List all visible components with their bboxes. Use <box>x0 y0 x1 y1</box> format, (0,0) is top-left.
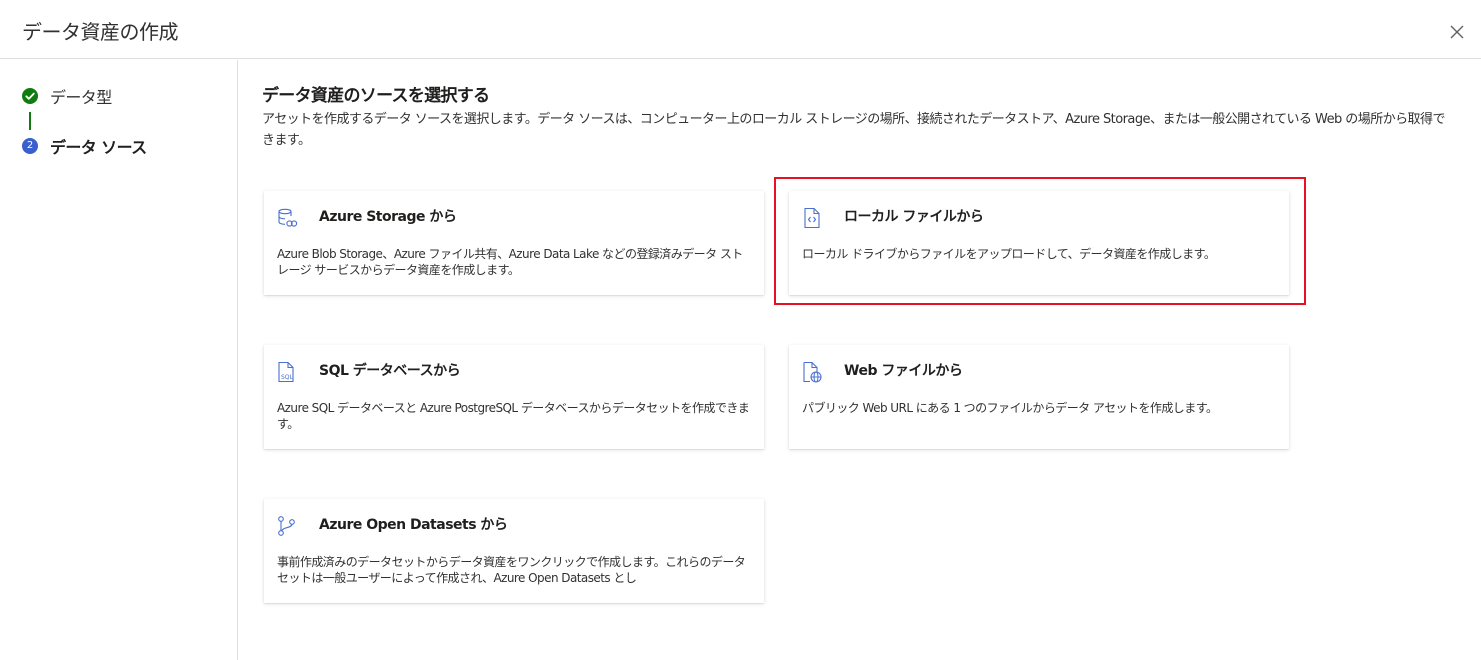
create-data-asset-dialog: データ資産の作成 データ型 2 データ ソース データ資産のソースを選択する ア… <box>0 0 1481 660</box>
step-data-source[interactable]: 2 データ ソース <box>22 134 147 158</box>
sql-file-icon: SQL <box>278 361 294 383</box>
card-title: ローカル ファイルから <box>844 209 984 225</box>
check-circle-icon <box>22 88 38 104</box>
card-title: Web ファイルから <box>844 363 963 379</box>
code-file-icon <box>804 207 820 229</box>
branch-icon <box>278 516 295 536</box>
card-description: Azure SQL データベースと Azure PostgreSQL データベー… <box>277 401 750 431</box>
source-card-open-datasets[interactable]: Azure Open Datasets から 事前作成済みのデータセットからデー… <box>264 499 764 603</box>
step-number-badge: 2 <box>22 138 38 154</box>
dialog-title: データ資産の作成 <box>22 20 179 44</box>
source-card-sql-database[interactable]: SQL SQL データベースから Azure SQL データベースと Azure… <box>264 345 764 449</box>
page-heading: データ資産のソースを選択する <box>262 86 490 106</box>
storage-icon <box>278 208 298 227</box>
card-title: Azure Storage から <box>319 209 457 225</box>
step-connector <box>29 112 31 130</box>
card-title: SQL データベースから <box>319 363 461 379</box>
dialog-header: データ資産の作成 <box>0 0 1481 59</box>
svg-text:SQL: SQL <box>281 374 294 381</box>
page-description: アセットを作成するデータ ソースを選択します。データ ソースは、コンピューター上… <box>262 112 1445 148</box>
card-description: ローカル ドライブからファイルをアップロードして、データ資産を作成します。 <box>802 247 1216 261</box>
card-description: 事前作成済みのデータセットからデータ資産をワンクリックで作成します。これらのデー… <box>277 555 746 585</box>
web-file-icon <box>803 361 822 383</box>
main-content: データ資産のソースを選択する アセットを作成するデータ ソースを選択します。デー… <box>262 84 1452 151</box>
step-label: データ型 <box>50 88 112 107</box>
source-card-web-file[interactable]: Web ファイルから パブリック Web URL にある 1 つのファイルからデ… <box>789 345 1289 449</box>
source-card-azure-storage[interactable]: Azure Storage から Azure Blob Storage、Azur… <box>264 191 764 295</box>
wizard-steps: データ型 2 データ ソース <box>0 60 238 660</box>
step-data-type[interactable]: データ型 <box>22 84 112 108</box>
card-description: パブリック Web URL にある 1 つのファイルからデータ アセットを作成し… <box>802 401 1218 415</box>
source-card-local-file[interactable]: ローカル ファイルから ローカル ドライブからファイルをアップロードして、データ… <box>789 191 1289 295</box>
card-title: Azure Open Datasets から <box>319 517 508 533</box>
close-icon[interactable] <box>1447 22 1467 42</box>
card-description: Azure Blob Storage、Azure ファイル共有、Azure Da… <box>277 247 743 277</box>
step-label: データ ソース <box>50 138 147 157</box>
